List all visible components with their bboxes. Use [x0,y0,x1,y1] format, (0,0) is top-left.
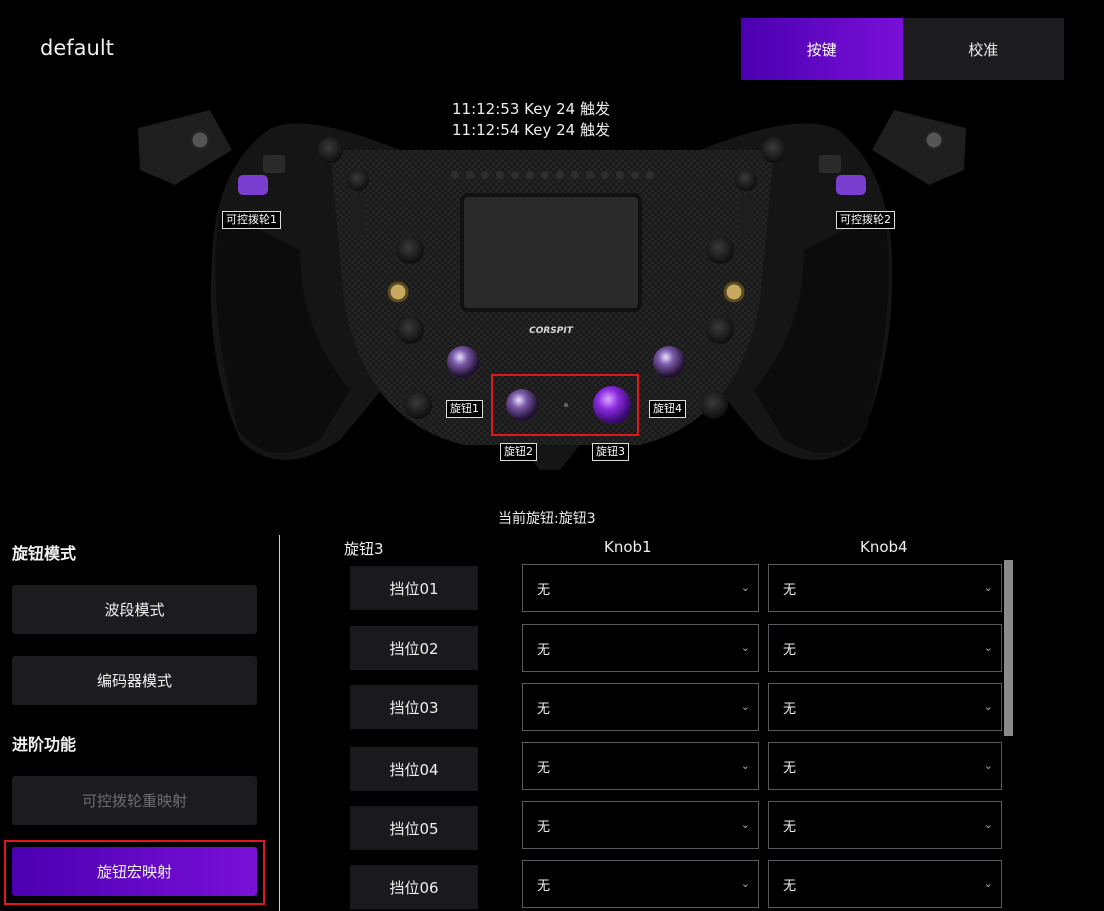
brand-logo: CORSPIT [529,326,574,336]
select-value: 无 [537,760,551,776]
chevron-down-icon: ⌄ [983,700,993,713]
knob1-select[interactable]: 无 ⌄ [522,683,759,731]
knob-macro-highlight [4,840,265,905]
select-value: 无 [537,582,551,598]
select-value: 无 [537,701,551,717]
label-paddle2[interactable]: 可控拨轮2 [836,211,895,229]
encoder-mode-button[interactable]: 编码器模式 [12,656,257,705]
advanced-title: 进阶功能 [12,735,77,754]
chevron-down-icon: ⌄ [983,641,993,654]
chevron-down-icon: ⌄ [740,700,750,713]
knob4 [653,346,685,378]
grid-scrollbar[interactable] [1004,560,1013,736]
select-value: 无 [783,878,797,894]
knob1-select[interactable]: 无 ⌄ [522,860,759,908]
chevron-down-icon: ⌄ [740,581,750,594]
label-paddle1[interactable]: 可控拨轮1 [222,211,281,229]
knob1-select[interactable]: 无 ⌄ [522,624,759,672]
chevron-down-icon: ⌄ [740,877,750,890]
right-paddle-wheel [836,175,866,195]
gear-label: 挡位02 [350,626,478,670]
knob1-select[interactable]: 无 ⌄ [522,801,759,849]
label-knob2[interactable]: 旋钮2 [500,443,537,461]
knob4-select[interactable]: 无 ⌄ [768,742,1002,790]
select-value: 无 [783,819,797,835]
knob1-select[interactable]: 无 ⌄ [522,742,759,790]
label-knob1[interactable]: 旋钮1 [446,400,483,418]
band-mode-button[interactable]: 波段模式 [12,585,257,634]
label-knob4[interactable]: 旋钮4 [649,400,686,418]
gear-label: 挡位01 [350,566,478,610]
select-value: 无 [537,819,551,835]
display-screen [460,193,642,312]
chevron-down-icon: ⌄ [983,581,993,594]
knob1-select[interactable]: 无 ⌄ [522,564,759,612]
chevron-down-icon: ⌄ [983,818,993,831]
select-value: 无 [537,642,551,658]
paddle-remap-button[interactable]: 可控拨轮重映射 [12,776,257,825]
grid-col1-header: Knob1 [604,538,652,556]
knob4-select[interactable]: 无 ⌄ [768,564,1002,612]
select-value: 无 [783,642,797,658]
knob-mode-title: 旋钮模式 [12,544,77,563]
left-shift-paddle [138,110,232,185]
knob4-select[interactable]: 无 ⌄ [768,683,1002,731]
grid-row-header: 旋钮3 [344,540,384,558]
left-paddle-wheel [238,175,268,195]
select-value: 无 [783,701,797,717]
knob4-select[interactable]: 无 ⌄ [768,801,1002,849]
selected-knob-highlight [491,374,639,436]
knob4-select[interactable]: 无 ⌄ [768,860,1002,908]
chevron-down-icon: ⌄ [983,759,993,772]
current-knob-label: 当前旋钮:旋钮3 [498,511,596,527]
right-shift-paddle [872,110,966,185]
knob4-select[interactable]: 无 ⌄ [768,624,1002,672]
select-value: 无 [783,760,797,776]
select-value: 无 [783,582,797,598]
grid-col2-header: Knob4 [860,538,908,556]
chevron-down-icon: ⌄ [740,818,750,831]
left-panel: 旋钮模式 波段模式 编码器模式 进阶功能 可控拨轮重映射 旋钮宏映射 [0,535,280,911]
knob1 [447,346,479,378]
chevron-down-icon: ⌄ [983,877,993,890]
gear-label: 挡位05 [350,806,478,850]
gear-label: 挡位06 [350,865,478,909]
gear-label: 挡位03 [350,685,478,729]
chevron-down-icon: ⌄ [740,641,750,654]
chevron-down-icon: ⌄ [740,759,750,772]
label-knob3[interactable]: 旋钮3 [592,443,629,461]
select-value: 无 [537,878,551,894]
gear-label: 挡位04 [350,747,478,791]
